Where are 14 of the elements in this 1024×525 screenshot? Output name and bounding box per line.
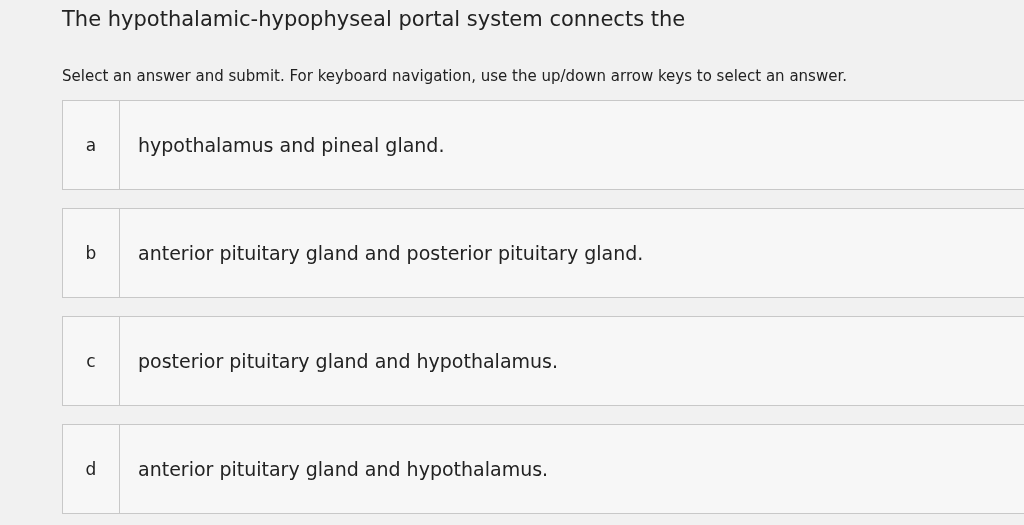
answer-option[interactable]: d anterior pituitary gland and hypothalamus. (62, 424, 1024, 514)
option-text: posterior pituitary gland and hypothalamus. (137, 350, 558, 372)
question-text: The hypothalamic-hypophyseal portal system connects the (62, 6, 687, 32)
answer-option[interactable]: b anterior pituitary gland and posterior pituitary gland. (62, 208, 1024, 298)
option-text: anterior pituitary gland and posterior pituitary gland. (137, 242, 644, 264)
option-letter: c (63, 317, 120, 405)
option-text: hypothalamus and pineal gland. (137, 134, 445, 156)
answer-option[interactable]: c posterior pituitary gland and hypothalamus. (62, 316, 1024, 406)
option-letter: b (63, 209, 120, 297)
option-letter: d (63, 425, 120, 513)
answer-option[interactable]: a hypothalamus and pineal gland. (62, 100, 1024, 190)
option-letter: a (63, 101, 120, 189)
option-text: anterior pituitary gland and hypothalamus. (137, 458, 549, 480)
instructions-text: Select an answer and submit. For keyboard navigation, use the up/down arrow keys to select an answer. (62, 66, 848, 86)
